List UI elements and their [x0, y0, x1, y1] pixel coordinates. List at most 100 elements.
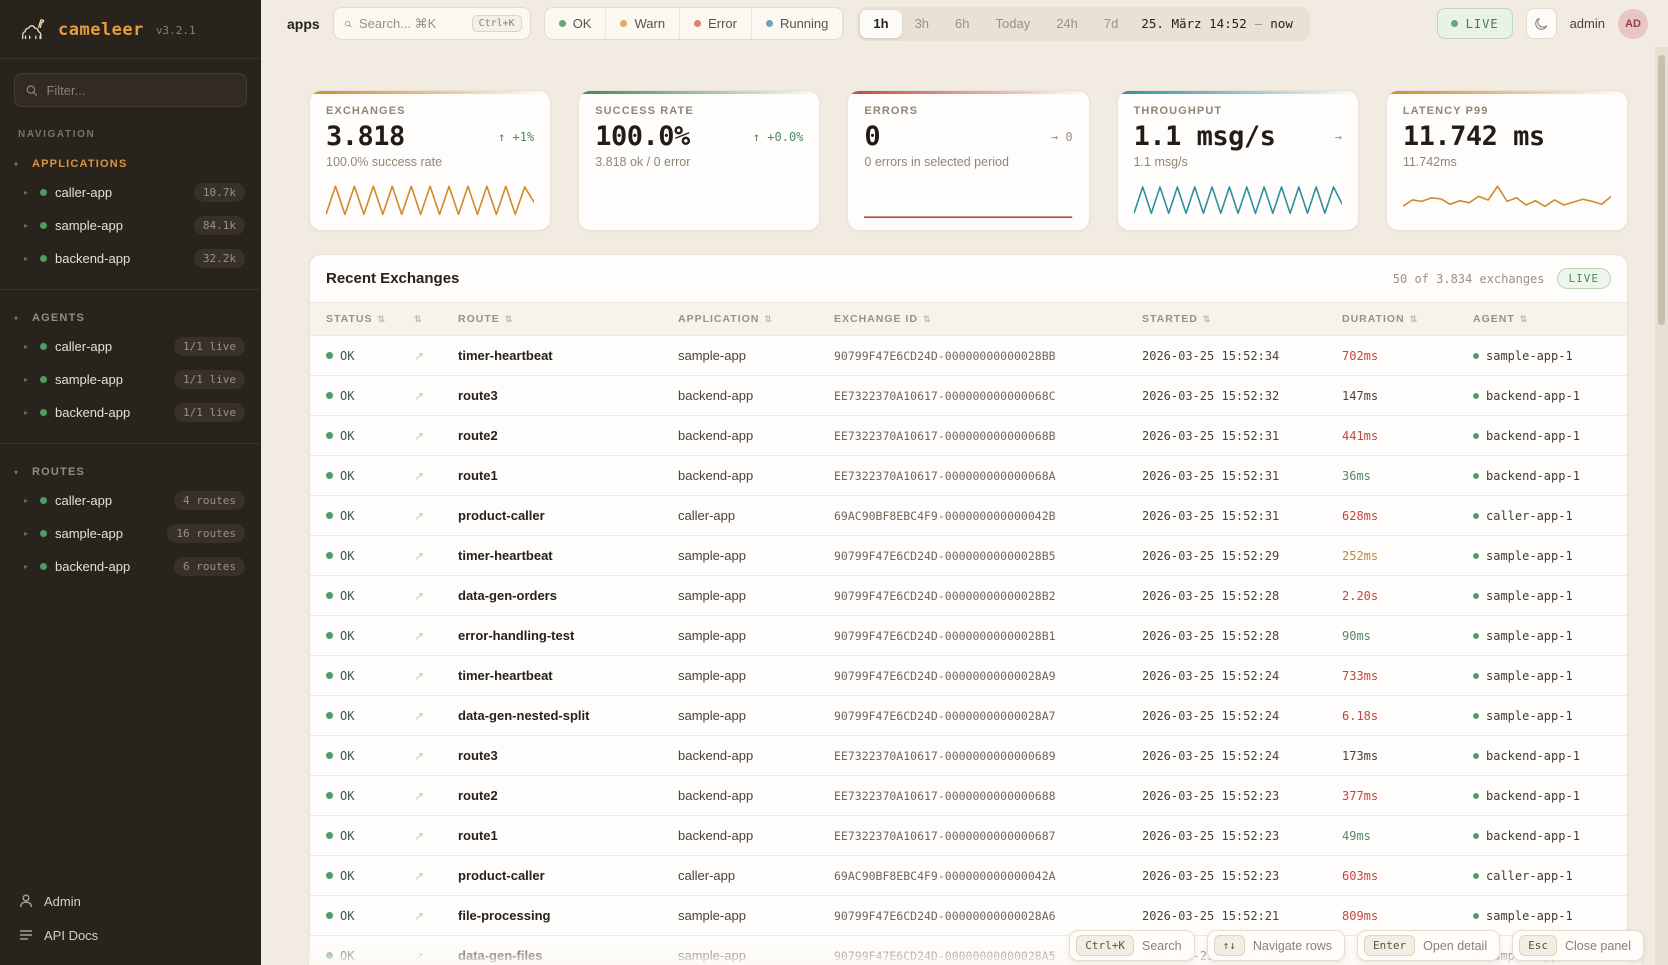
table-row[interactable]: OK ↗ data-gen-orders sample-app 90799F47… [310, 576, 1627, 616]
open-detail-icon[interactable]: ↗ [414, 549, 458, 563]
metric-delta: → 0 [1051, 130, 1073, 144]
open-detail-icon[interactable]: ↗ [414, 349, 458, 363]
table-row[interactable]: OK ↗ timer-heartbeat sample-app 90799F47… [310, 656, 1627, 696]
open-detail-icon[interactable]: ↗ [414, 469, 458, 483]
metric-sparkline [1134, 180, 1342, 220]
status-cell: OK [326, 629, 414, 643]
column-header-open[interactable]: ⇅ [414, 314, 458, 325]
status-dot [620, 20, 627, 27]
exchange-id-cell: 69AC90BF8EBC4F9-000000000000042B [834, 509, 1142, 523]
sidebar-item-agent[interactable]: ▸ backend-app 1/1 live [0, 396, 261, 429]
table-row[interactable]: OK ↗ error-handling-test sample-app 9079… [310, 616, 1627, 656]
column-header-application[interactable]: APPLICATION⇅ [678, 313, 834, 325]
time-range-button[interactable]: 1h [860, 10, 901, 38]
page-scrollbar[interactable] [1655, 47, 1668, 965]
application-cell: backend-app [678, 428, 834, 443]
metric-card: SUCCESS RATE 100.0% ↑ +0.0% 3.818 ok / 0… [578, 90, 820, 231]
open-detail-icon[interactable]: ↗ [414, 749, 458, 763]
table-row[interactable]: OK ↗ route3 backend-app EE7322370A10617-… [310, 376, 1627, 416]
open-detail-icon[interactable]: ↗ [414, 389, 458, 403]
open-detail-icon[interactable]: ↗ [414, 949, 458, 963]
sidebar-item-application[interactable]: ▸ sample-app 84.1k [0, 209, 261, 242]
time-range-button[interactable]: Today [983, 10, 1044, 38]
table-row[interactable]: OK ↗ route1 backend-app EE7322370A10617-… [310, 816, 1627, 856]
table-row[interactable]: OK ↗ product-caller caller-app 69AC90BF8… [310, 496, 1627, 536]
agent-name: backend-app-1 [1486, 749, 1580, 763]
status-filter-button[interactable]: OK [545, 8, 607, 39]
table-row[interactable]: OK ↗ route2 backend-app EE7322370A10617-… [310, 416, 1627, 456]
agent-status-dot [1473, 913, 1479, 919]
sidebar-item-route[interactable]: ▸ caller-app 4 routes [0, 484, 261, 517]
sidebar-item-application[interactable]: ▸ caller-app 10.7k [0, 176, 261, 209]
table-row[interactable]: OK ↗ route1 backend-app EE7322370A10617-… [310, 456, 1627, 496]
app-version: v3.2.1 [156, 24, 196, 37]
open-detail-icon[interactable]: ↗ [414, 589, 458, 603]
section-header-routes[interactable]: ▾ ROUTES [0, 454, 261, 484]
global-search[interactable]: Ctrl+K [333, 7, 531, 40]
started-cell: 2026-03-25 15:52:24 [1142, 669, 1342, 683]
panel-header: Recent Exchanges 50 of 3.834 exchanges L… [310, 255, 1627, 302]
filter-input[interactable] [46, 83, 236, 98]
table-row[interactable]: OK ↗ timer-heartbeat sample-app 90799F47… [310, 536, 1627, 576]
open-detail-icon[interactable]: ↗ [414, 829, 458, 843]
section-header-agents[interactable]: ▾ AGENTS [0, 300, 261, 330]
column-header-agent[interactable]: AGENT⇅ [1473, 313, 1611, 325]
time-range-button[interactable]: 6h [942, 10, 982, 38]
user-name: admin [1570, 16, 1605, 31]
sidebar-footer: Admin API Docs [0, 877, 261, 965]
sidebar-item-agent[interactable]: ▸ caller-app 1/1 live [0, 330, 261, 363]
time-range-button[interactable]: 7d [1091, 10, 1131, 38]
column-header-started[interactable]: STARTED⇅ [1142, 313, 1342, 325]
section-header-applications[interactable]: ▾ APPLICATIONS [0, 146, 261, 176]
sidebar-item-admin[interactable]: Admin [18, 887, 243, 915]
open-detail-icon[interactable]: ↗ [414, 869, 458, 883]
status-text: OK [340, 389, 354, 403]
sidebar-item-application[interactable]: ▸ backend-app 32.2k [0, 242, 261, 275]
started-cell: 2026-03-25 15:52:32 [1142, 389, 1342, 403]
sidebar-item-route[interactable]: ▸ backend-app 6 routes [0, 550, 261, 583]
application-cell: sample-app [678, 628, 834, 643]
route-cell: route1 [458, 468, 678, 483]
open-detail-icon[interactable]: ↗ [414, 789, 458, 803]
duration-cell: 441ms [1342, 429, 1473, 443]
agent-status-dot [1473, 833, 1479, 839]
column-header-exchange-id[interactable]: EXCHANGE ID⇅ [834, 313, 1142, 325]
duration-cell: 147ms [1342, 389, 1473, 403]
sidebar-filter[interactable] [14, 73, 247, 107]
open-detail-icon[interactable]: ↗ [414, 429, 458, 443]
metric-subtitle: 3.818 ok / 0 error [595, 155, 803, 169]
time-range-button[interactable]: 3h [902, 10, 942, 38]
open-detail-icon[interactable]: ↗ [414, 909, 458, 923]
application-cell: caller-app [678, 868, 834, 883]
theme-toggle-button[interactable] [1526, 8, 1557, 39]
sidebar-item-route[interactable]: ▸ sample-app 16 routes [0, 517, 261, 550]
table-row[interactable]: OK ↗ route3 backend-app EE7322370A10617-… [310, 736, 1627, 776]
avatar[interactable]: AD [1618, 9, 1648, 39]
column-header-duration[interactable]: DURATION⇅ [1342, 313, 1473, 325]
status-filter-button[interactable]: Error [680, 8, 752, 39]
status-filter-button[interactable]: Warn [606, 8, 680, 39]
column-header-route[interactable]: ROUTE⇅ [458, 313, 678, 325]
divider [0, 443, 261, 444]
live-toggle[interactable]: LIVE [1437, 8, 1513, 39]
open-detail-icon[interactable]: ↗ [414, 629, 458, 643]
table-row[interactable]: OK ↗ product-caller caller-app 69AC90BF8… [310, 856, 1627, 896]
exchange-id-cell: EE7322370A10617-0000000000000687 [834, 829, 1142, 843]
open-detail-icon[interactable]: ↗ [414, 709, 458, 723]
time-range-button[interactable]: 24h [1043, 10, 1091, 38]
status-text: OK [340, 669, 354, 683]
open-detail-icon[interactable]: ↗ [414, 669, 458, 683]
agent-name: backend-app-1 [1486, 389, 1580, 403]
chevron-right-icon: ▸ [24, 254, 32, 263]
sidebar-item-agent[interactable]: ▸ sample-app 1/1 live [0, 363, 261, 396]
sidebar-item-api-docs[interactable]: API Docs [18, 921, 243, 949]
scrollbar-thumb[interactable] [1658, 55, 1665, 325]
search-input[interactable] [359, 16, 465, 31]
duration-cell: 702ms [1342, 349, 1473, 363]
status-filter-button[interactable]: Running [752, 8, 843, 39]
table-row[interactable]: OK ↗ route2 backend-app EE7322370A10617-… [310, 776, 1627, 816]
open-detail-icon[interactable]: ↗ [414, 509, 458, 523]
table-row[interactable]: OK ↗ data-gen-nested-split sample-app 90… [310, 696, 1627, 736]
table-row[interactable]: OK ↗ timer-heartbeat sample-app 90799F47… [310, 336, 1627, 376]
column-header-status[interactable]: STATUS⇅ [326, 313, 414, 325]
